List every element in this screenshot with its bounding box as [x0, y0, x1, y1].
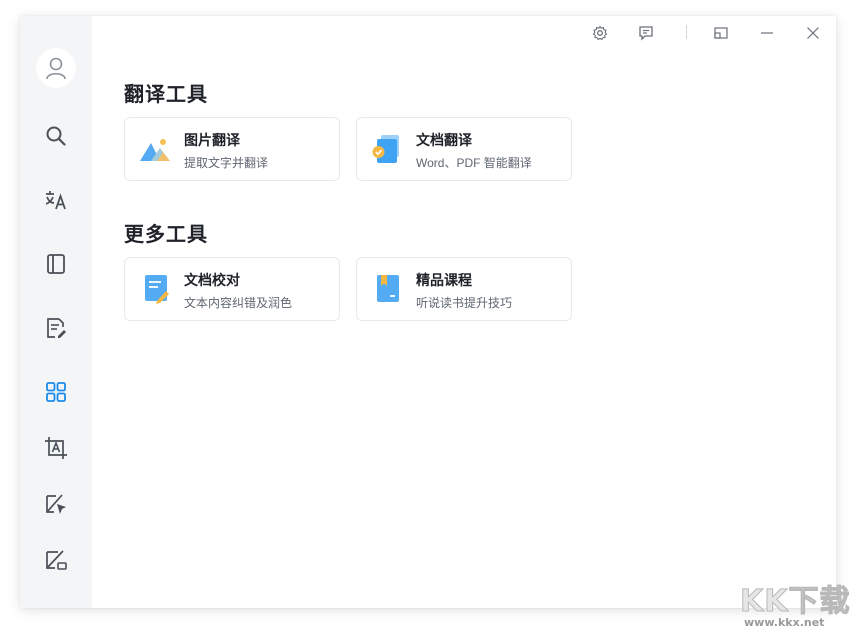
card-subtitle: 听说读书提升技巧 — [416, 296, 513, 310]
card-title: 图片翻译 — [184, 132, 240, 148]
sidebar — [20, 16, 92, 608]
card-subtitle: Word、PDF 智能翻译 — [416, 156, 532, 170]
close-icon[interactable] — [802, 22, 824, 44]
gear-icon[interactable] — [589, 22, 611, 44]
watermark-url: www.kkx.net — [744, 616, 825, 629]
apps-grid-icon[interactable] — [44, 380, 68, 404]
translate-icon[interactable] — [44, 188, 68, 212]
avatar-icon — [46, 57, 66, 80]
card-image-translate[interactable]: 图片翻译 提取文字并翻译 — [124, 117, 340, 181]
card-subtitle: 文本内容纠错及润色 — [184, 296, 293, 310]
image-translate-icon[interactable] — [44, 548, 68, 572]
search-icon[interactable] — [44, 124, 68, 148]
screenshot-translate-icon[interactable] — [44, 436, 68, 460]
dictionary-icon[interactable] — [44, 252, 68, 276]
course-book-icon — [377, 275, 399, 302]
section-title-more-tools: 更多工具 — [124, 224, 208, 246]
app-window: 翻译工具 图片翻译 提取文字并翻译 文档翻译 Word、PDF 智能翻译 更多工… — [20, 16, 836, 608]
card-title: 文档翻译 — [416, 132, 472, 148]
card-title: 文档校对 — [184, 272, 240, 288]
card-subtitle: 提取文字并翻译 — [184, 156, 269, 170]
document-translate-icon — [372, 135, 399, 163]
mini-window-icon[interactable] — [710, 22, 732, 44]
section-title-translate-tools: 翻译工具 — [124, 84, 208, 106]
card-premium-course[interactable]: 精品课程 听说读书提升技巧 — [356, 257, 572, 321]
feedback-icon[interactable] — [635, 22, 657, 44]
card-proofread[interactable]: 文档校对 文本内容纠错及润色 — [124, 257, 340, 321]
watermark: KK下载 www.kkx.net — [738, 574, 856, 632]
image-translate-icon — [140, 139, 170, 161]
card-title: 精品课程 — [416, 272, 472, 288]
avatar[interactable] — [36, 48, 76, 88]
select-translate-icon[interactable] — [44, 492, 68, 516]
titlebar-divider — [686, 25, 687, 39]
minimize-icon[interactable] — [756, 22, 778, 44]
document-edit-icon[interactable] — [44, 316, 68, 340]
card-document-translate[interactable]: 文档翻译 Word、PDF 智能翻译 — [356, 117, 572, 181]
proofread-icon — [145, 275, 169, 304]
watermark-logo: KK下载 — [740, 584, 851, 620]
